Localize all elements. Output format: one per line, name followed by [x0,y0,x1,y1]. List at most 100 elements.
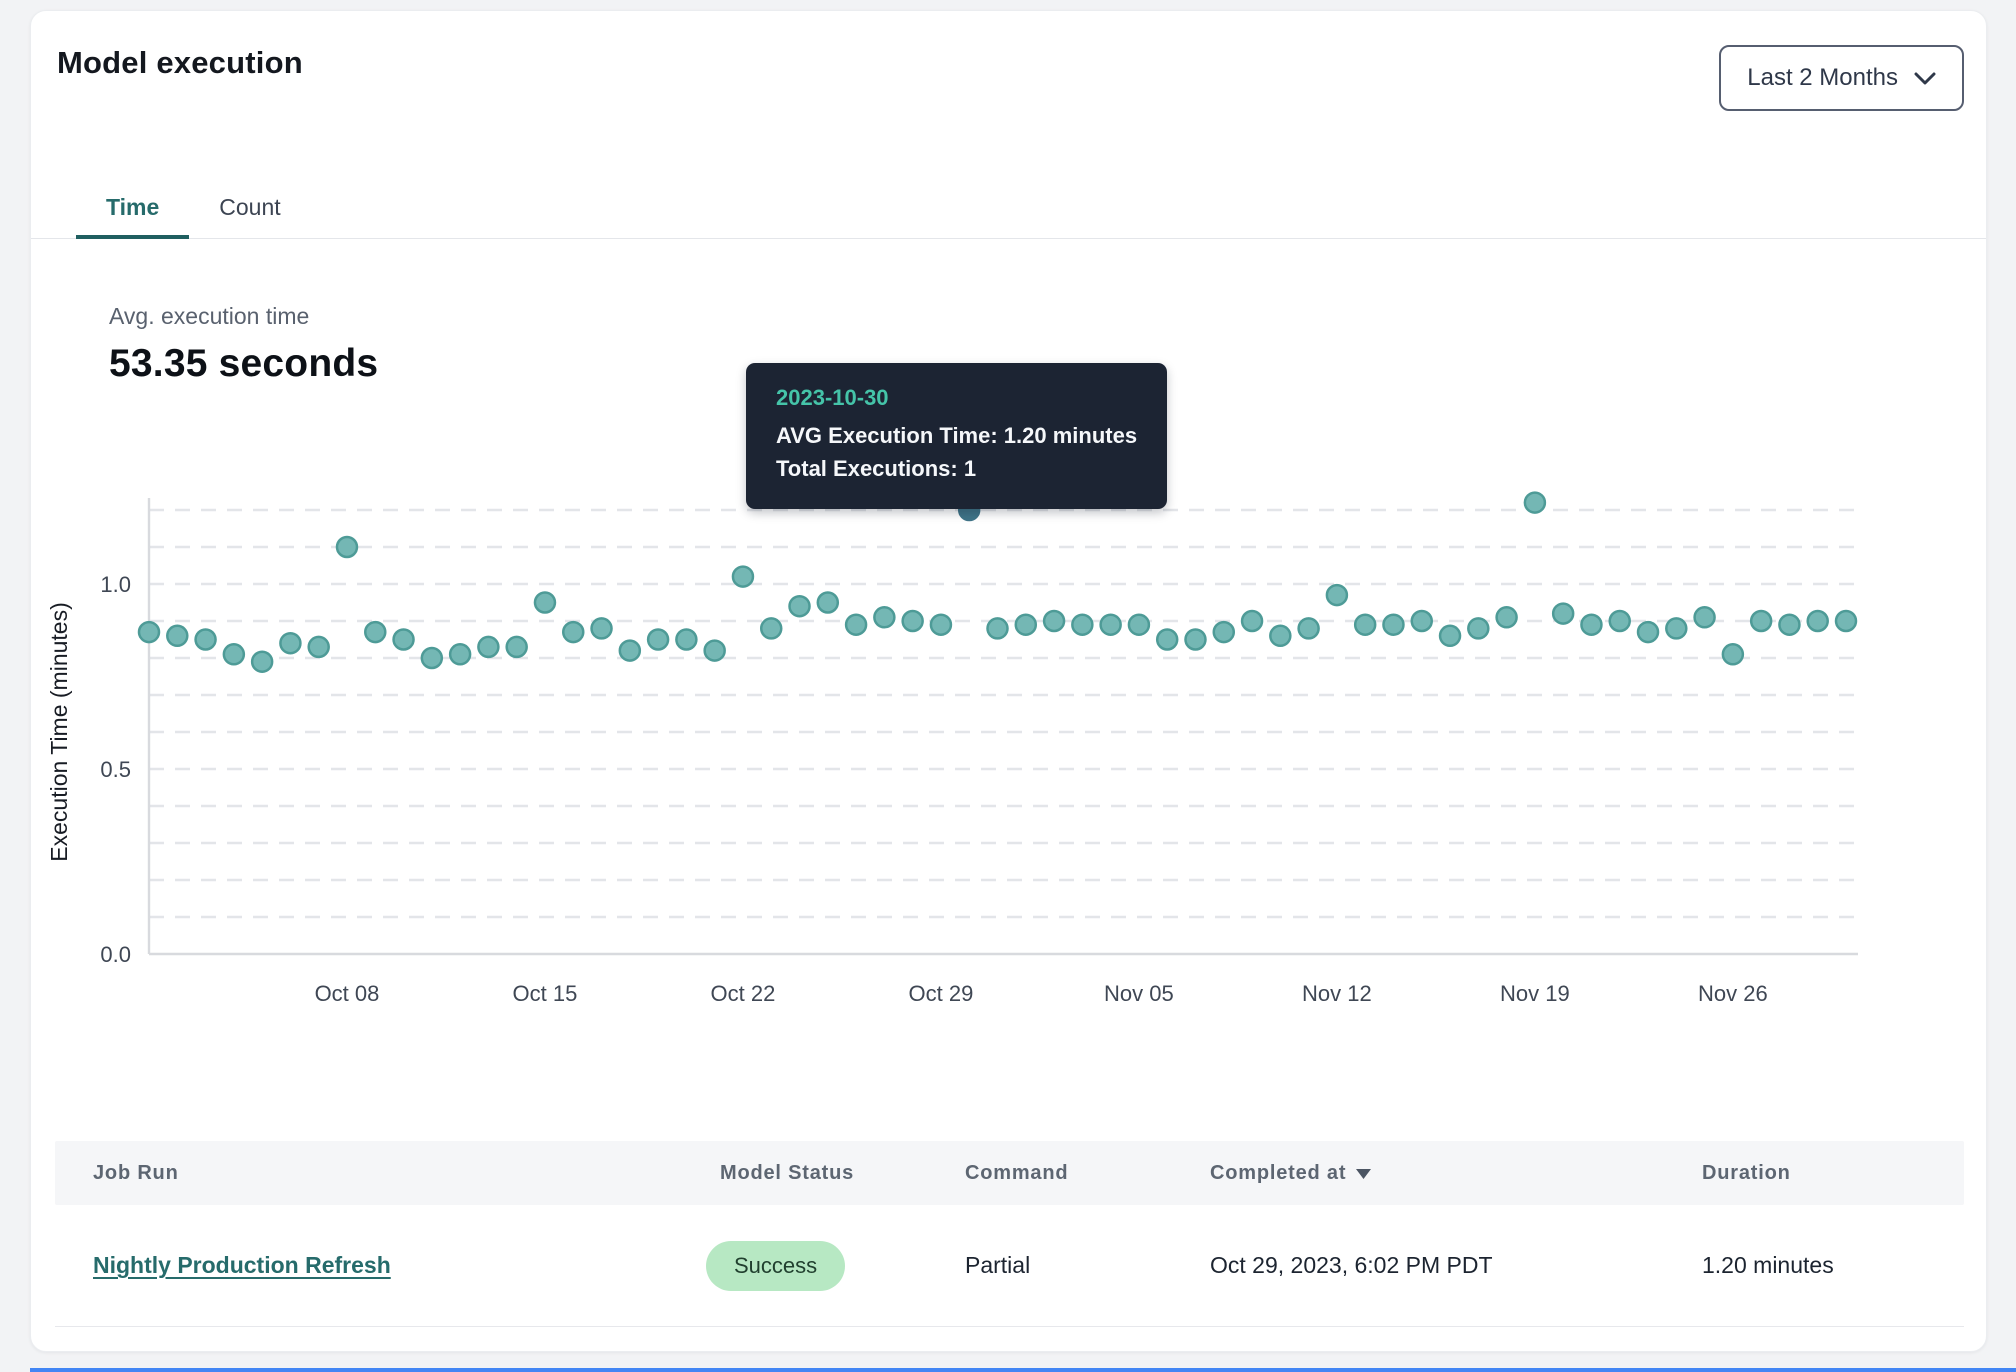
tooltip-total-executions: Total Executions: 1 [776,452,1137,485]
y-tick-label: 1.0 [100,572,131,597]
data-point[interactable] [450,644,470,664]
chevron-down-icon [1914,72,1936,85]
data-point[interactable] [196,630,216,650]
column-header-completed-at[interactable]: Completed at [1210,1162,1702,1185]
data-point[interactable] [422,648,442,668]
job-runs-table: Job Run Model Status Command Completed a… [55,1141,1964,1327]
column-header-command[interactable]: Command [965,1162,1210,1185]
data-point[interactable] [535,593,555,613]
model-execution-card: Model execution Last 2 Months Time Count… [30,10,1987,1352]
chart-tooltip: 2023-10-30 AVG Execution Time: 1.20 minu… [746,363,1167,509]
date-range-dropdown[interactable]: Last 2 Months [1719,45,1964,111]
data-point[interactable] [1836,611,1856,631]
data-point[interactable] [1779,615,1799,635]
data-point[interactable] [365,622,385,642]
data-point[interactable] [1610,611,1630,631]
data-point[interactable] [1553,604,1573,624]
data-point[interactable] [988,618,1008,638]
data-point[interactable] [139,622,159,642]
data-point[interactable] [648,630,668,650]
data-point[interactable] [337,537,357,557]
data-point[interactable] [1497,607,1517,627]
tooltip-avg-execution-time: AVG Execution Time: 1.20 minutes [776,419,1137,452]
data-point[interactable] [1016,615,1036,635]
data-point[interactable] [1383,615,1403,635]
data-point[interactable] [1695,607,1715,627]
table-header-row: Job Run Model Status Command Completed a… [55,1141,1964,1205]
data-point[interactable] [507,637,527,657]
tab-count[interactable]: Count [189,175,310,239]
x-tick-label: Oct 22 [711,981,776,1006]
data-point[interactable] [394,630,414,650]
data-point[interactable] [1299,618,1319,638]
duration-cell: 1.20 minutes [1702,1252,1964,1279]
data-point[interactable] [1751,611,1771,631]
scatter-chart: 0.0 0.5 1.0 Oct 08 Oct 15 Oct 22 Oct 29 Nov 05 N… [31,481,1931,1026]
card-header: Model execution Last 2 Months [57,45,1964,111]
data-point[interactable] [1214,622,1234,642]
avg-execution-value: 53.35 seconds [109,342,378,386]
data-point[interactable] [761,618,781,638]
command-cell: Partial [965,1252,1210,1279]
bottom-accent-bar [30,1368,2016,1372]
data-point[interactable] [1468,618,1488,638]
data-point[interactable] [620,641,640,661]
data-point[interactable] [903,611,923,631]
data-point[interactable] [1185,630,1205,650]
data-point[interactable] [676,630,696,650]
data-point[interactable] [1581,615,1601,635]
data-point[interactable] [563,622,583,642]
data-point[interactable] [1525,493,1545,513]
data-point[interactable] [280,633,300,653]
x-tick-label: Nov 05 [1104,981,1174,1006]
x-tick-label: Oct 29 [909,981,974,1006]
data-point[interactable] [1355,615,1375,635]
data-point[interactable] [1723,644,1743,664]
data-point[interactable] [1412,611,1432,631]
x-tick-label: Nov 12 [1302,981,1372,1006]
data-point[interactable] [1242,611,1262,631]
data-point[interactable] [167,626,187,646]
data-point[interactable] [1666,618,1686,638]
table-row: Nightly Production Refresh Success Parti… [55,1205,1964,1327]
x-tick-label: Oct 15 [513,981,578,1006]
y-tick-label: 0.5 [100,757,131,782]
data-point[interactable] [1638,622,1658,642]
data-point[interactable] [790,596,810,616]
job-run-link[interactable]: Nightly Production Refresh [93,1252,391,1279]
date-range-label: Last 2 Months [1747,64,1898,92]
data-point[interactable] [1327,585,1347,605]
chart-tabs: Time Count [31,175,1986,239]
data-point[interactable] [1440,626,1460,646]
x-tick-label: Oct 08 [315,981,380,1006]
page-title: Model execution [57,45,303,81]
avg-execution-label: Avg. execution time [109,303,378,330]
data-point[interactable] [1044,611,1064,631]
sort-desc-icon [1356,1169,1371,1179]
data-point[interactable] [252,652,272,672]
data-point[interactable] [1157,630,1177,650]
column-header-model-status[interactable]: Model Status [720,1162,965,1185]
data-point[interactable] [705,641,725,661]
column-header-job-run[interactable]: Job Run [93,1162,720,1185]
data-point[interactable] [931,615,951,635]
tooltip-date: 2023-10-30 [776,385,1137,411]
data-point[interactable] [224,644,244,664]
column-header-duration[interactable]: Duration [1702,1162,1964,1185]
avg-execution-stats: Avg. execution time 53.35 seconds [109,303,378,386]
data-point[interactable] [592,618,612,638]
data-point[interactable] [478,637,498,657]
y-axis-title: Execution Time (minutes) [46,602,72,861]
tab-time[interactable]: Time [76,175,189,239]
data-point[interactable] [1101,615,1121,635]
data-point[interactable] [846,615,866,635]
data-point[interactable] [874,607,894,627]
data-point[interactable] [1808,611,1828,631]
data-point[interactable] [818,593,838,613]
data-point[interactable] [1129,615,1149,635]
data-point[interactable] [733,567,753,587]
data-point[interactable] [309,637,329,657]
y-tick-label: 0.0 [100,942,131,967]
data-point[interactable] [1270,626,1290,646]
data-point[interactable] [1072,615,1092,635]
